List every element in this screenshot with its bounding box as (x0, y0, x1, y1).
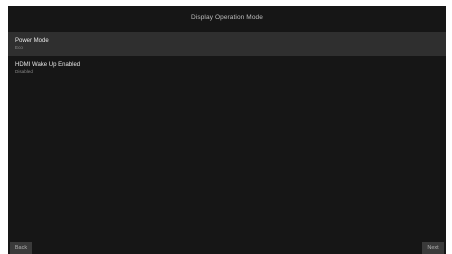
next-button[interactable]: Next (422, 242, 444, 254)
tv-settings-screen: Display Operation Mode Power Mode Eco HD… (8, 6, 446, 254)
back-button[interactable]: Back (10, 242, 32, 254)
page-title: Display Operation Mode (191, 13, 263, 21)
setting-value: Disabled (15, 69, 33, 74)
setting-power-mode[interactable]: Power Mode Eco (8, 32, 446, 56)
setting-title: Power Mode (15, 38, 49, 44)
setting-hdmi-wake-up[interactable]: HDMI Wake Up Enabled Disabled (8, 56, 446, 80)
page-header: Display Operation Mode (8, 6, 446, 28)
setting-title: HDMI Wake Up Enabled (15, 62, 81, 68)
setting-value: Eco (15, 45, 23, 50)
settings-list: Power Mode Eco HDMI Wake Up Enabled Disa… (8, 32, 446, 80)
